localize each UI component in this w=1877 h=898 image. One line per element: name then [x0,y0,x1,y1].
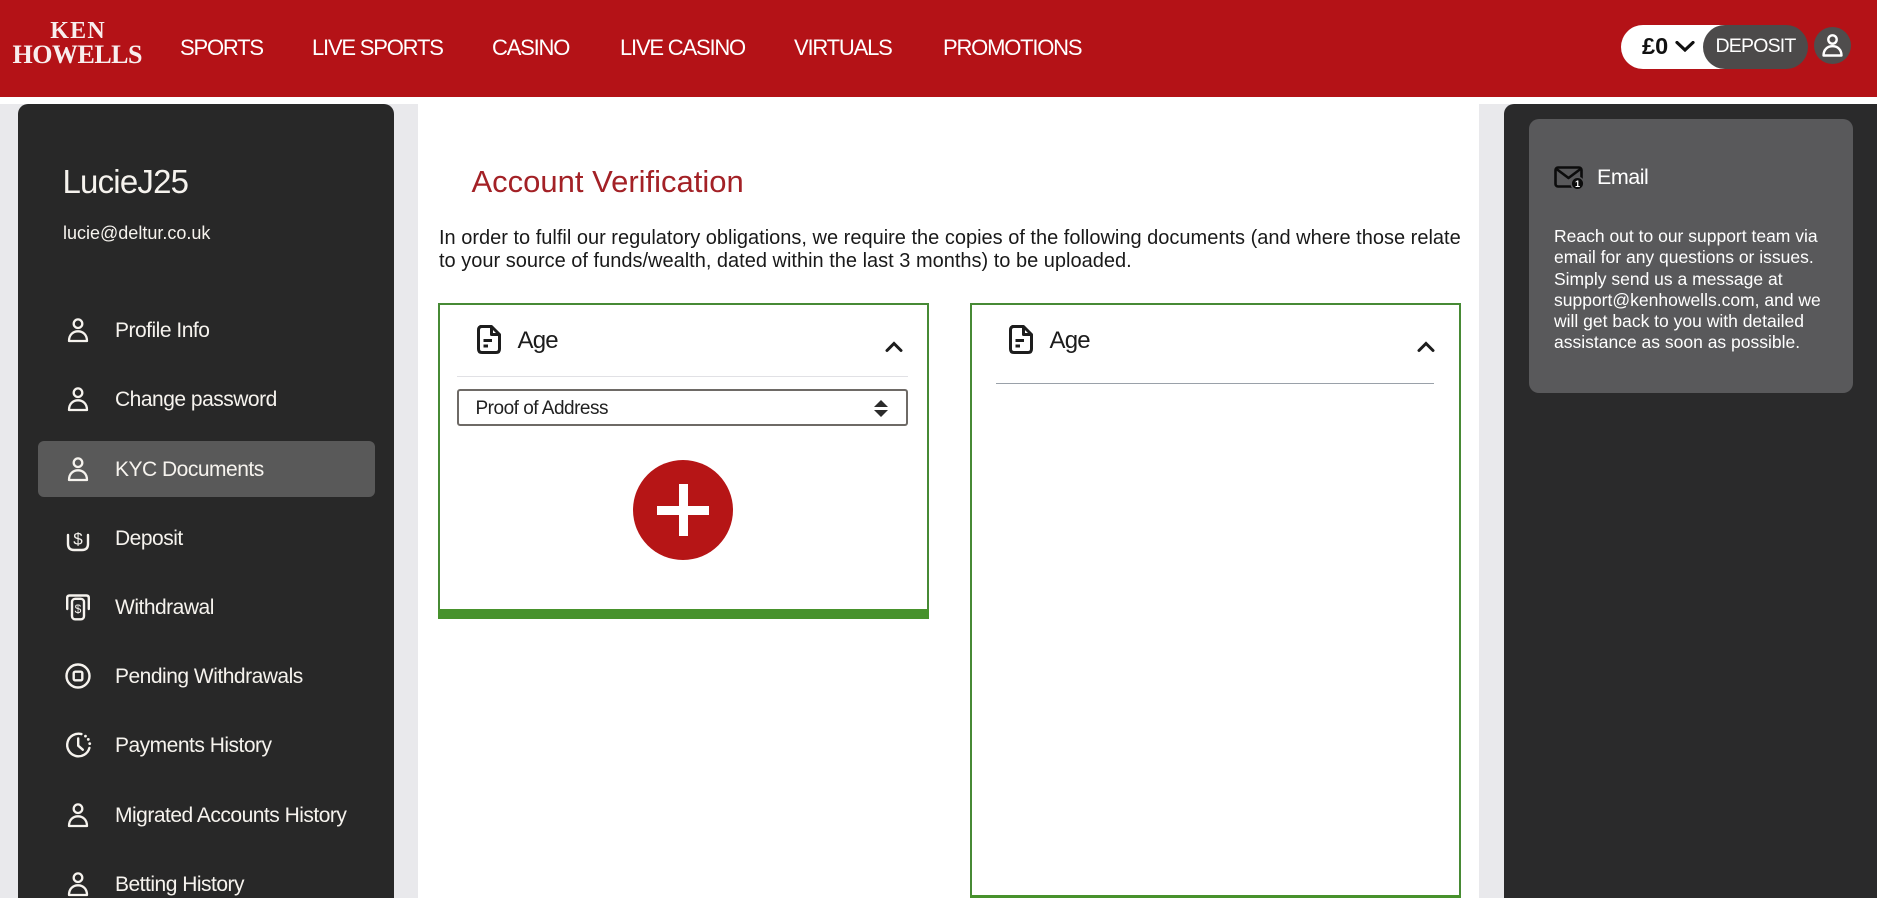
svg-text:$: $ [73,530,83,549]
svg-text:1: 1 [1575,179,1580,189]
svg-text:$: $ [74,602,81,616]
